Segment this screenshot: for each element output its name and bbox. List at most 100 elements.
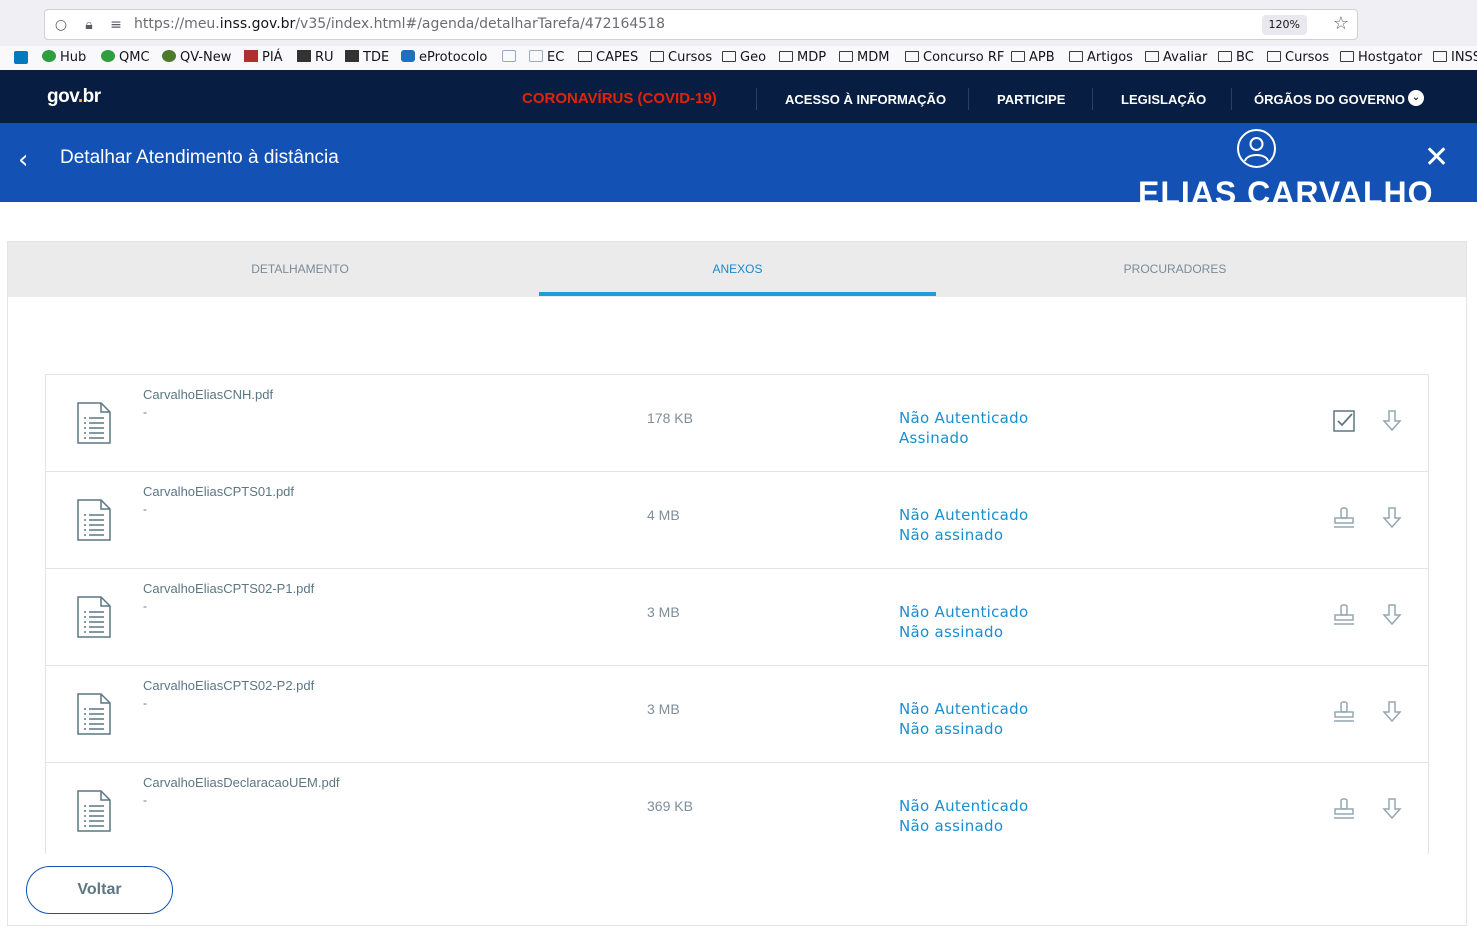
govlink-acesso-informacao[interactable]: ACESSO À INFORMAÇÃO bbox=[785, 92, 946, 107]
document-icon bbox=[77, 790, 111, 832]
bookmark-label: MDM bbox=[857, 50, 890, 65]
auth-status: Não Autenticado bbox=[899, 700, 1029, 718]
bookmark-label: Avaliar bbox=[1163, 50, 1208, 65]
bookmark-item[interactable]: MDP bbox=[779, 50, 826, 65]
bookmark-item[interactable]: Geo bbox=[722, 50, 766, 65]
download-arrow-icon[interactable] bbox=[1380, 409, 1404, 433]
download-arrow-icon[interactable] bbox=[1380, 603, 1404, 627]
attachment-description: - bbox=[143, 405, 147, 419]
attachment-description: - bbox=[143, 696, 147, 710]
bookmark-item[interactable]: Hostgator bbox=[1340, 50, 1422, 65]
bookmark-item[interactable]: INSS bbox=[1433, 50, 1477, 65]
permissions-icon[interactable]: ≡ bbox=[107, 16, 125, 34]
signature-status: Não assinado bbox=[899, 526, 1004, 544]
attachment-row: CarvalhoEliasCPTS02-P2.pdf - 3 MB Não Auten… bbox=[46, 666, 1428, 763]
user-name: ELIAS CARVALHO bbox=[1138, 175, 1434, 202]
divider bbox=[1231, 88, 1232, 110]
bookmark-item[interactable]: MDM bbox=[839, 50, 889, 65]
bookmark-item[interactable] bbox=[502, 50, 520, 65]
lock-icon[interactable]: 🔒︎ bbox=[80, 16, 98, 34]
attachment-name[interactable]: CarvalhoEliasCPTS02-P2.pdf bbox=[143, 678, 314, 693]
bookmark-item[interactable]: PIÁ bbox=[244, 50, 283, 65]
bookmark-item[interactable]: Concurso RF bbox=[905, 50, 1004, 65]
signature-status: Não assinado bbox=[899, 720, 1004, 738]
bookmark-label: QMC bbox=[119, 50, 150, 65]
folder-icon bbox=[905, 51, 919, 62]
zoom-level[interactable]: 120% bbox=[1261, 15, 1307, 35]
attachment-name[interactable]: CarvalhoEliasCPTS01.pdf bbox=[143, 484, 294, 499]
attachment-size: 178 KB bbox=[647, 410, 693, 426]
attachment-name[interactable]: CarvalhoEliasCPTS02-P1.pdf bbox=[143, 581, 314, 596]
green-dot-icon bbox=[162, 50, 176, 62]
browser-toolbar: ○ 🔒︎ ≡ https://meu.inss.gov.br/v35/index… bbox=[0, 0, 1477, 46]
bookmark-label: Geo bbox=[740, 50, 767, 65]
bookmark-item[interactable]: eProtocolo bbox=[401, 50, 487, 65]
plane-icon bbox=[345, 50, 359, 62]
bookmark-item[interactable]: Cursos bbox=[650, 50, 712, 65]
govlink-covid[interactable]: CORONAVÍRUS (COVID-19) bbox=[522, 90, 717, 107]
bookmark-label: eProtocolo bbox=[419, 50, 488, 65]
bookmark-label: Hub bbox=[60, 50, 87, 65]
signature-status: Assinado bbox=[899, 429, 969, 447]
voltar-button[interactable]: Voltar bbox=[26, 866, 173, 914]
attachments-panel: DETALHAMENTO ANEXOS PROCURADORES Carvalh… bbox=[7, 241, 1467, 926]
bookmark-star-icon[interactable]: ☆ bbox=[1333, 13, 1349, 34]
blue-square-icon bbox=[401, 50, 415, 62]
chevron-down-icon[interactable]: ⌄ bbox=[1408, 90, 1424, 106]
attachment-name[interactable]: CarvalhoEliasCNH.pdf bbox=[143, 387, 273, 402]
auth-status: Não Autenticado bbox=[899, 603, 1029, 621]
download-arrow-icon[interactable] bbox=[1380, 700, 1404, 724]
attachments-list: CarvalhoEliasCNH.pdf - 178 KB Não Autentica… bbox=[45, 374, 1429, 854]
folder-icon bbox=[1267, 51, 1281, 62]
sign-stamp-icon[interactable] bbox=[1332, 797, 1356, 821]
folder-icon bbox=[1011, 51, 1025, 62]
signed-check-icon[interactable] bbox=[1332, 409, 1356, 433]
tab-procuradores[interactable]: PROCURADORES bbox=[936, 242, 1414, 297]
folder-icon bbox=[722, 51, 736, 62]
govlink-participe[interactable]: PARTICIPE bbox=[997, 92, 1065, 107]
bookmark-item[interactable]: QMC bbox=[101, 50, 150, 65]
bookmark-label: EC bbox=[547, 50, 565, 65]
user-avatar-icon[interactable] bbox=[1237, 129, 1276, 168]
address-bar[interactable]: ○ 🔒︎ ≡ https://meu.inss.gov.br/v35/index… bbox=[44, 9, 1358, 40]
folder-icon bbox=[1340, 51, 1354, 62]
govlink-legislacao[interactable]: LEGISLAÇÃO bbox=[1121, 92, 1206, 107]
bookmark-item[interactable]: Cursos bbox=[1267, 50, 1329, 65]
green-dot-icon bbox=[42, 50, 56, 62]
sign-stamp-icon[interactable] bbox=[1332, 506, 1356, 530]
download-arrow-icon[interactable] bbox=[1380, 797, 1404, 821]
folder-icon bbox=[650, 51, 664, 62]
bookmark-item[interactable]: BC bbox=[1218, 50, 1254, 65]
bookmark-item[interactable]: TDE bbox=[345, 50, 389, 65]
bookmark-label: MDP bbox=[797, 50, 827, 65]
bookmark-item[interactable]: Avaliar bbox=[1145, 50, 1207, 65]
sign-stamp-icon[interactable] bbox=[1332, 700, 1356, 724]
bookmark-item[interactable]: Hub bbox=[42, 50, 86, 65]
crest-icon bbox=[244, 50, 258, 62]
bookmark-item[interactable]: RU bbox=[297, 50, 334, 65]
divider bbox=[756, 88, 757, 110]
bookmark-label: Concurso RF bbox=[923, 50, 1005, 65]
back-chevron-icon[interactable]: ‹ bbox=[18, 145, 28, 175]
shield-icon[interactable]: ○ bbox=[52, 16, 70, 34]
bookmark-item[interactable]: CAPES bbox=[578, 50, 638, 65]
sign-stamp-icon[interactable] bbox=[1332, 603, 1356, 627]
bookmark-item[interactable]: EC bbox=[529, 50, 564, 65]
attachment-name[interactable]: CarvalhoEliasDeclaracaoUEM.pdf bbox=[143, 775, 340, 790]
bookmark-item[interactable]: Artigos bbox=[1069, 50, 1133, 65]
bookmark-icon-first[interactable] bbox=[14, 51, 28, 64]
folder-icon bbox=[1433, 51, 1447, 62]
bookmark-item[interactable]: QV-New bbox=[162, 50, 231, 65]
url-text[interactable]: https://meu.inss.gov.br/v35/index.html#/… bbox=[134, 16, 665, 32]
download-arrow-icon[interactable] bbox=[1380, 506, 1404, 530]
govbr-logo[interactable]: gov.br bbox=[47, 86, 101, 108]
govlink-orgaos-governo[interactable]: ÓRGÃOS DO GOVERNO bbox=[1254, 92, 1405, 107]
bookmark-label: Cursos bbox=[668, 50, 713, 65]
signature-status: Não assinado bbox=[899, 817, 1004, 835]
bookmark-item[interactable]: APB bbox=[1011, 50, 1055, 65]
auth-status: Não Autenticado bbox=[899, 409, 1029, 427]
tab-anexos[interactable]: ANEXOS bbox=[539, 242, 936, 297]
attachment-row: CarvalhoEliasDeclaracaoUEM.pdf - 369 KB Não… bbox=[46, 763, 1428, 854]
close-icon[interactable]: ✕ bbox=[1424, 143, 1449, 173]
tab-detalhamento[interactable]: DETALHAMENTO bbox=[8, 242, 592, 297]
